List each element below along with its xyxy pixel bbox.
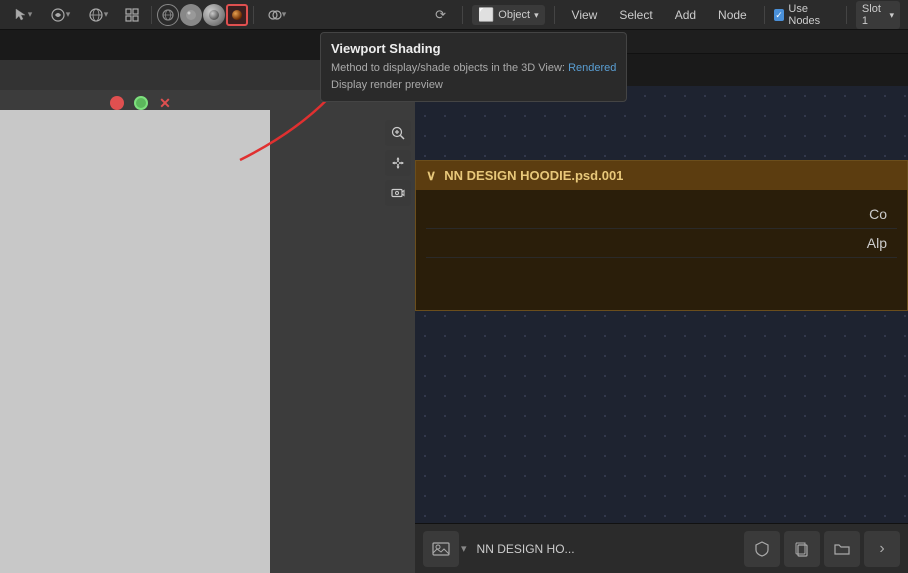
separator-4 [554, 6, 555, 24]
use-nodes-checkbox[interactable]: ✓ [774, 9, 785, 21]
color-property-label: Co [869, 206, 887, 222]
top-bar: ▾ ▾ ▾ [0, 0, 908, 30]
image-selector[interactable]: ▾ [423, 531, 467, 567]
folder-btn[interactable] [824, 531, 860, 567]
image-dropdown-arrow[interactable]: ▾ [461, 542, 467, 555]
hoodie-panel: ∨ NN DESIGN HOODIE.psd.001 Co Alp [415, 160, 908, 311]
add-menu[interactable]: Add [667, 6, 704, 24]
pan-tool-btn[interactable] [385, 150, 411, 176]
separator-2 [253, 6, 254, 24]
alpha-property-label: Alp [867, 235, 887, 251]
nav-arrow-btn[interactable]: › [864, 531, 900, 567]
tooltip-title: Viewport Shading [331, 41, 616, 56]
separator-1 [151, 6, 152, 24]
bottom-action-icons: › [744, 531, 900, 567]
viewport-toggle-btn[interactable]: ⟳ [428, 3, 453, 27]
cursor-tool-btn[interactable]: ▾ [4, 3, 40, 27]
copy-btn[interactable] [784, 531, 820, 567]
material-shading-btn[interactable] [203, 4, 225, 26]
image-type-icon [423, 531, 459, 567]
main-area: ✕ [0, 60, 908, 573]
object-mode-label: Object [498, 9, 530, 21]
alpha-property-row: Alp [426, 229, 897, 258]
shield-btn[interactable] [744, 531, 780, 567]
zoom-tool-btn[interactable] [385, 120, 411, 146]
red-dot [110, 96, 124, 110]
tooltip-desc-line1: Method to display/shade objects in the 3… [331, 62, 565, 74]
tooltip-desc-line2: Display render preview [331, 79, 443, 91]
view-menu[interactable]: View [564, 6, 606, 24]
overlay-toggle-btn[interactable]: ▾ [259, 3, 295, 27]
hoodie-panel-title[interactable]: ∨ NN DESIGN HOODIE.psd.001 [416, 161, 907, 190]
node-menu[interactable]: Node [710, 6, 755, 24]
color-property-row: Co [426, 200, 897, 229]
viewport-white-area [0, 110, 270, 573]
tooltip-desc-link: Rendered [568, 62, 616, 74]
shading-modes [157, 4, 248, 26]
slot-label: Slot 1 [862, 3, 887, 27]
separator-5 [764, 6, 765, 24]
wireframe-shading-btn[interactable] [157, 4, 179, 26]
camera-tool-btn[interactable] [385, 180, 411, 206]
top-bar-left-icons: ▾ ▾ ▾ [4, 3, 295, 27]
color-dots: ✕ [110, 96, 172, 110]
select-menu[interactable]: Select [611, 6, 660, 24]
x-dot: ✕ [158, 96, 172, 110]
use-nodes-toggle[interactable]: ✓ Use Nodes [774, 3, 837, 27]
chevron-icon: ∨ [426, 167, 436, 184]
hoodie-title-label: NN DESIGN HOODIE.psd.001 [444, 168, 623, 183]
solid-shading-btn[interactable] [180, 4, 202, 26]
separator-6 [846, 6, 847, 24]
hoodie-panel-content: Co Alp [416, 190, 907, 310]
separator-3 [462, 6, 463, 24]
rendered-shading-btn[interactable] [226, 4, 248, 26]
editor-type-btn[interactable] [118, 3, 146, 27]
viewport-light-area [0, 110, 270, 573]
image-name: NN DESIGN HO... [473, 542, 738, 556]
tooltip-description: Method to display/shade objects in the 3… [331, 60, 616, 93]
green-dot [134, 96, 148, 110]
viewport-shading-tooltip: Viewport Shading Method to display/shade… [320, 32, 627, 102]
object-mode-dropdown[interactable]: ⬜ Object ▾ [472, 5, 545, 25]
sculpt-btn[interactable]: ▾ [42, 3, 78, 27]
viewport-3d[interactable]: ✕ [0, 60, 415, 573]
world-btn[interactable]: ▾ [80, 3, 116, 27]
slot-dropdown[interactable]: Slot 1 ▾ [856, 1, 900, 29]
top-bar-right: ⟳ ⬜ Object ▾ View Select Add Node ✓ Use … [420, 0, 908, 30]
side-tools [385, 120, 411, 206]
use-nodes-label: Use Nodes [788, 3, 837, 27]
bottom-strip: ▾ NN DESIGN HO... [415, 523, 908, 573]
